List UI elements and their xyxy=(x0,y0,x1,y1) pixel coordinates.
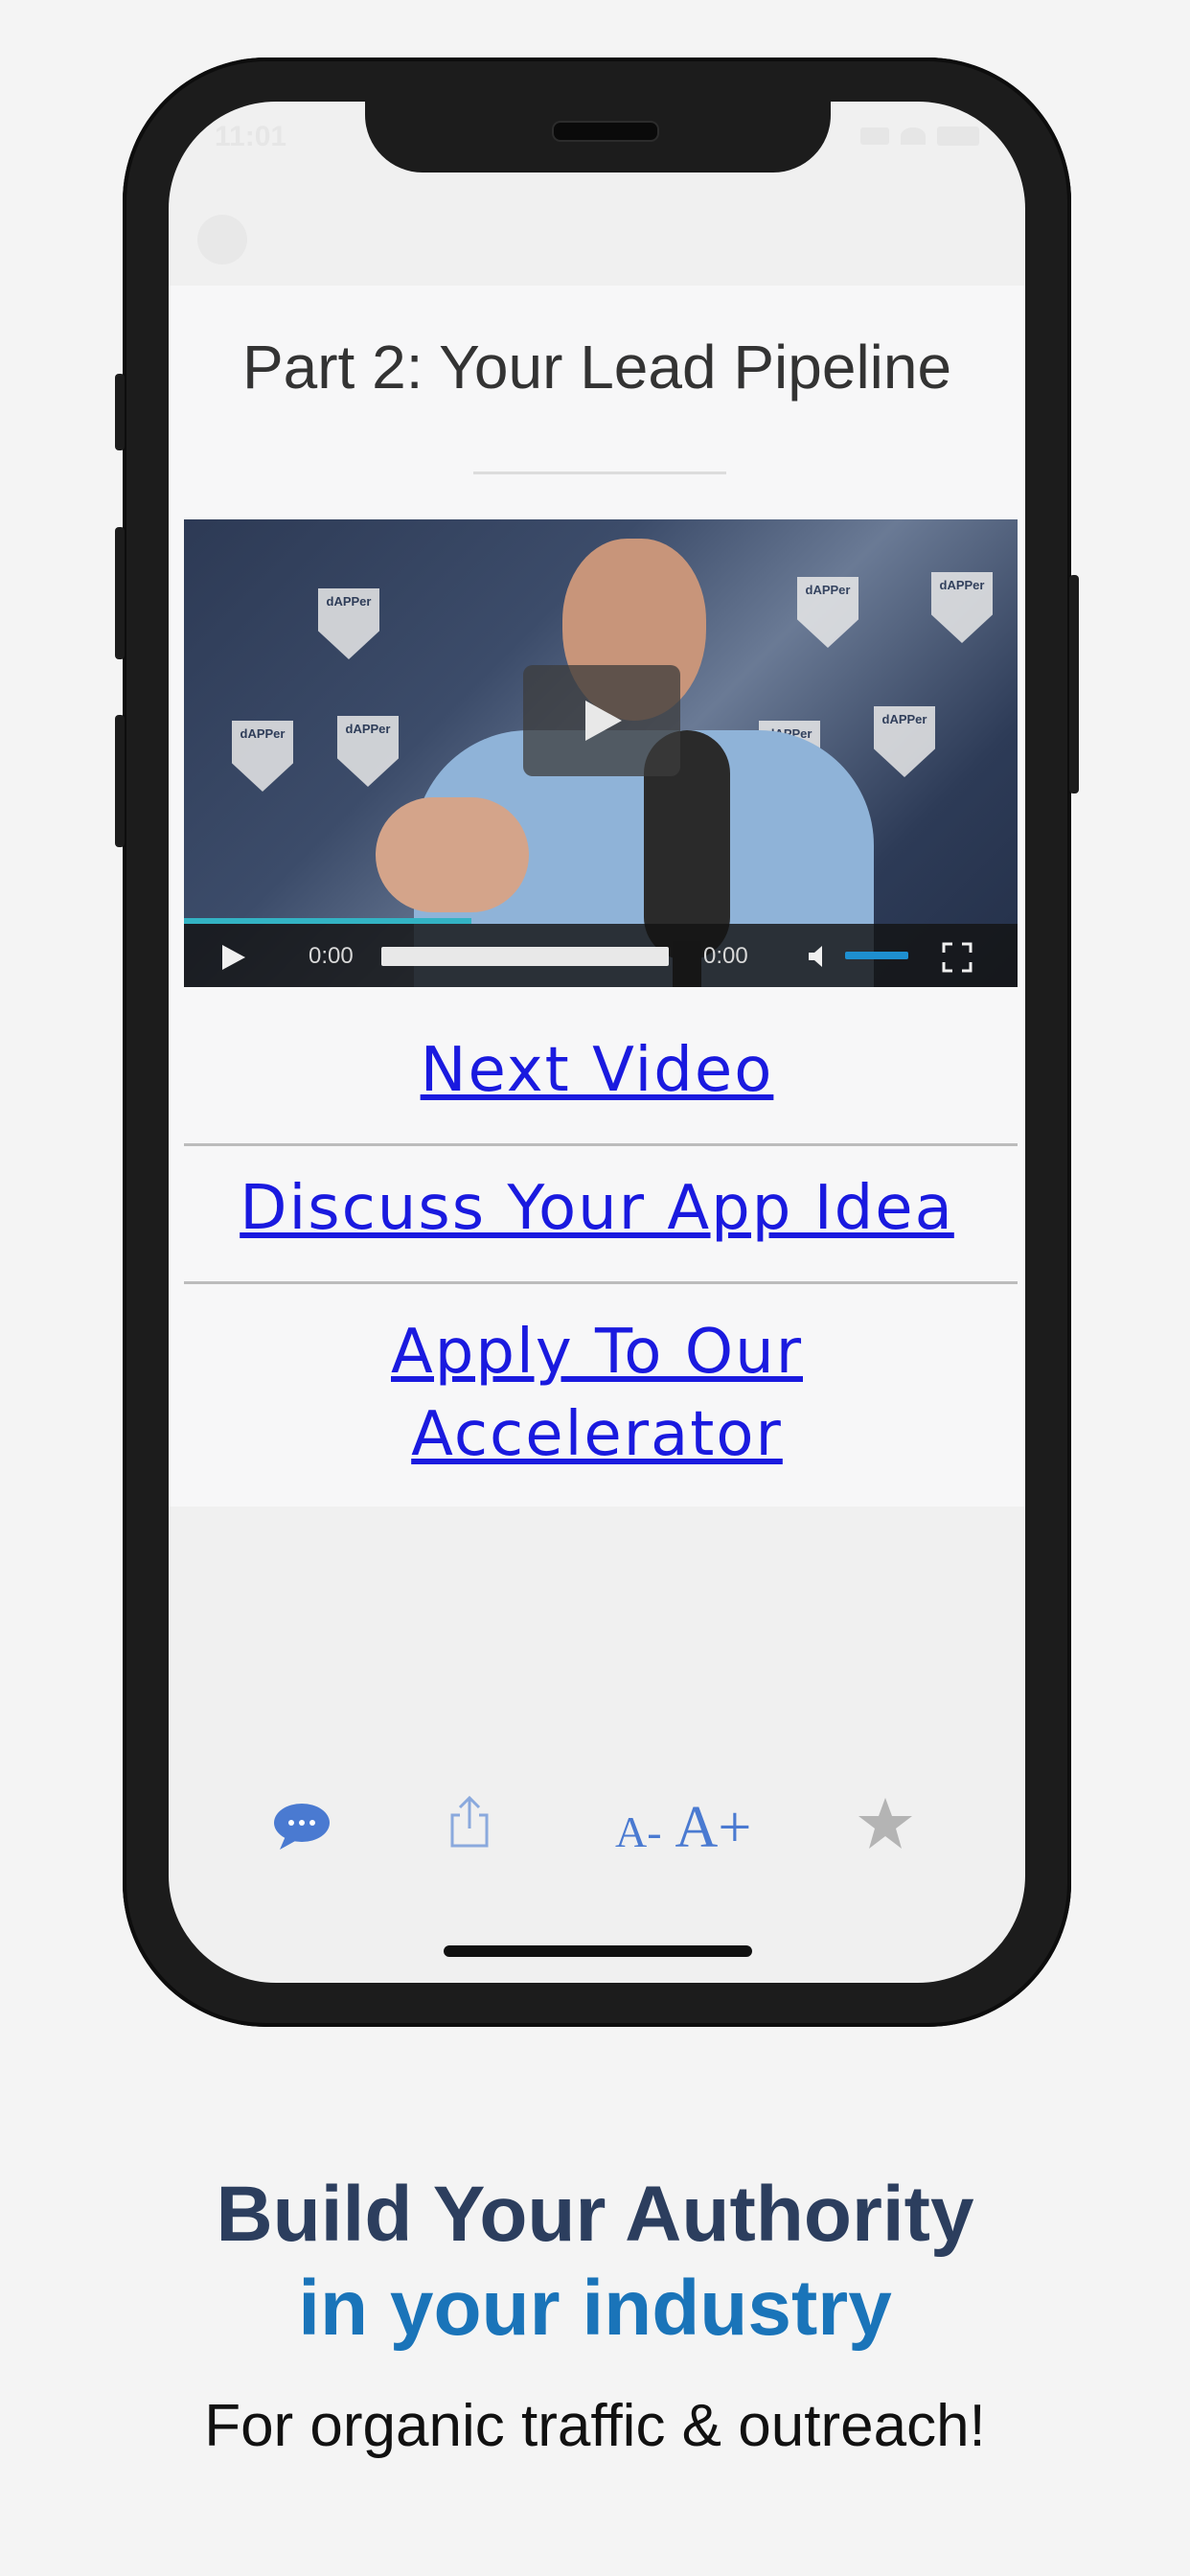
phone-screen: 11:01 Part 2: Your Lead Pipeline dAPPer … xyxy=(169,102,1025,1983)
apply-link-line-1: Apply To Our xyxy=(391,1317,803,1388)
current-time: 0:00 xyxy=(309,943,354,969)
video-player[interactable]: dAPPer dAPPer dAPPer dAPPer dAPPer dAPPe… xyxy=(184,519,1018,987)
play-icon xyxy=(585,701,622,741)
phone-frame: 11:01 Part 2: Your Lead Pipeline dAPPer … xyxy=(115,58,1079,2027)
backdrop-logo: dAPPer xyxy=(318,588,379,659)
silent-switch xyxy=(115,374,125,450)
video-controls: 0:00 0:00 xyxy=(184,924,1018,987)
speaker-grille xyxy=(552,121,659,142)
bottom-toolbar: A- A+ xyxy=(169,1769,1025,1884)
link-divider xyxy=(184,1143,1018,1146)
power-button xyxy=(1069,575,1079,794)
play-icon[interactable] xyxy=(218,943,247,972)
home-indicator[interactable] xyxy=(444,1945,752,1957)
wifi-icon xyxy=(901,127,926,145)
link-divider xyxy=(184,1281,1018,1284)
volume-up-button xyxy=(115,527,125,659)
big-play-button[interactable] xyxy=(523,665,680,776)
marketing-subline: For organic traffic & outreach! xyxy=(204,2393,986,2459)
fullscreen-icon[interactable] xyxy=(941,941,973,974)
headline-line-1: Build Your Authority xyxy=(216,2171,974,2258)
backdrop-logo: dAPPer xyxy=(232,721,293,792)
battery-icon xyxy=(937,126,979,146)
duration: 0:00 xyxy=(703,943,748,969)
volume-down-button xyxy=(115,715,125,847)
font-size-control[interactable]: A- A+ xyxy=(615,1794,751,1862)
marketing-headline: Build Your Authority in your industry xyxy=(0,2168,1190,2356)
discuss-app-idea-link[interactable]: Discuss Your App Idea xyxy=(169,1173,1025,1244)
page-title: Part 2: Your Lead Pipeline xyxy=(241,333,952,402)
title-divider xyxy=(473,472,726,474)
next-video-link[interactable]: Next Video xyxy=(169,1035,1025,1106)
volume-slider[interactable] xyxy=(845,952,908,959)
apply-accelerator-link[interactable]: Apply To Our Accelerator xyxy=(169,1311,1025,1476)
back-button[interactable] xyxy=(197,215,247,264)
headline-line-2: in your industry xyxy=(298,2265,892,2352)
signal-icon xyxy=(860,127,889,145)
share-icon[interactable] xyxy=(448,1794,491,1850)
presenter-hand xyxy=(376,797,529,912)
chat-bubble-icon[interactable] xyxy=(272,1802,332,1852)
status-time: 11:01 xyxy=(215,121,287,152)
status-icons xyxy=(860,126,979,146)
volume-icon[interactable] xyxy=(807,943,834,970)
backdrop-logo: dAPPer xyxy=(931,572,993,643)
apply-link-line-2: Accelerator xyxy=(411,1399,783,1470)
notch xyxy=(365,102,831,172)
font-decrease-button[interactable]: A- xyxy=(615,1807,662,1856)
article-content: Part 2: Your Lead Pipeline dAPPer dAPPer… xyxy=(169,286,1025,1506)
seek-bar[interactable] xyxy=(381,947,669,966)
font-increase-button[interactable]: A+ xyxy=(675,1795,752,1860)
star-icon[interactable] xyxy=(857,1796,914,1852)
